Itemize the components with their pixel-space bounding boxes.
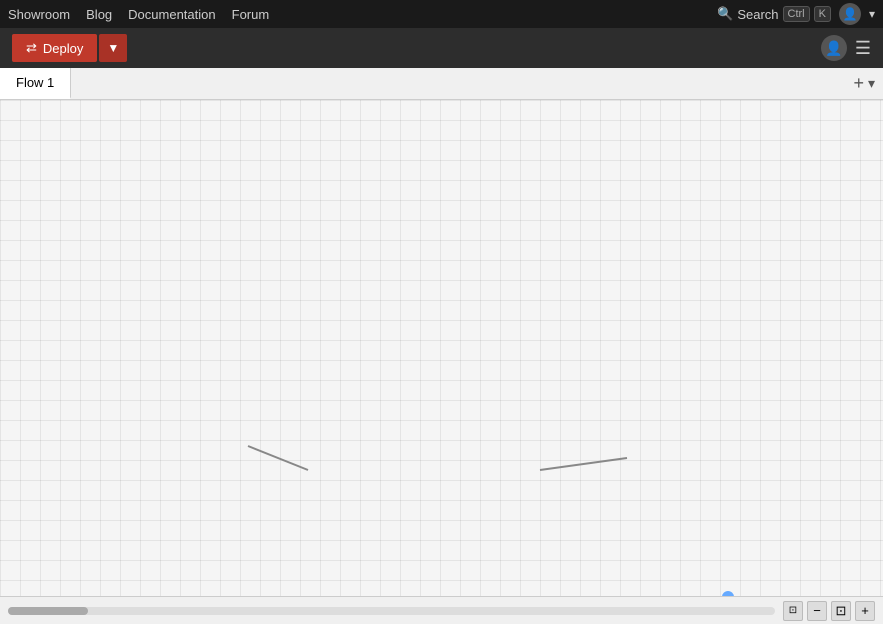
kbd-ctrl: Ctrl [783, 6, 810, 22]
tab-flow1[interactable]: Flow 1 [0, 68, 71, 99]
nav-showroom[interactable]: Showroom [8, 7, 70, 22]
zoom-in-button[interactable]: + [855, 601, 875, 621]
kbd-k: K [814, 6, 831, 22]
zoom-out-button[interactable]: − [807, 601, 827, 621]
tab-chevron-button[interactable]: ▾ [868, 75, 875, 92]
tab-controls: + ▾ [845, 68, 883, 99]
nav-documentation[interactable]: Documentation [128, 7, 215, 22]
tab-bar: Flow 1 + ▾ [0, 68, 883, 100]
deploy-icon: ⇄ [26, 40, 37, 56]
dca-top-port [722, 591, 734, 596]
top-nav: Showroom Blog Documentation Forum 🔍 Sear… [0, 0, 883, 28]
create-order-node-wrapper: ⇄ create order -------------------------… [624, 420, 809, 490]
search-label: Search [737, 7, 778, 22]
nav-links: Showroom Blog Documentation Forum [8, 7, 269, 22]
user-avatar-toolbar[interactable]: 👤 [821, 35, 847, 61]
deploy-group: ⇄ Deploy ▼ [12, 34, 127, 62]
dca-node-wrapper: dollar cost averaging ------------------… [305, 348, 540, 522]
search-icon: 🔍 [717, 6, 733, 22]
toolbar-right: 👤 ☰ [821, 35, 871, 61]
scrollbar-track[interactable] [8, 607, 775, 615]
hamburger-icon[interactable]: ☰ [855, 38, 871, 59]
add-tab-button[interactable]: + [853, 73, 864, 94]
deploy-button[interactable]: ⇄ Deploy [12, 34, 97, 62]
zoom-fit-button[interactable]: ⊡ [831, 601, 851, 621]
nav-blog[interactable]: Blog [86, 7, 112, 22]
nav-chevron-icon[interactable]: ▾ [869, 7, 875, 21]
flow-canvas[interactable]: → timestamp (every 3600s) ↩ ⇔ dollar cos… [0, 100, 883, 596]
bottom-bar: ⊡ − ⊡ + [0, 596, 883, 624]
zoom-controls: ⊡ − ⊡ + [783, 601, 875, 621]
user-avatar-nav[interactable]: 👤 [839, 3, 861, 25]
main-toolbar: ⇄ Deploy ▼ 👤 ☰ [0, 28, 883, 68]
scrollbar-thumb [8, 607, 88, 615]
nav-right: 🔍 Search Ctrl K 👤 ▾ [717, 3, 875, 25]
timestamp-node-wrapper: → timestamp (every 3600s) ↩ ⇔ [12, 430, 214, 462]
minimap-button[interactable]: ⊡ [783, 601, 803, 621]
deploy-dropdown-button[interactable]: ▼ [99, 34, 127, 62]
nav-forum[interactable]: Forum [232, 7, 270, 22]
search-area[interactable]: 🔍 Search Ctrl K [717, 6, 831, 22]
